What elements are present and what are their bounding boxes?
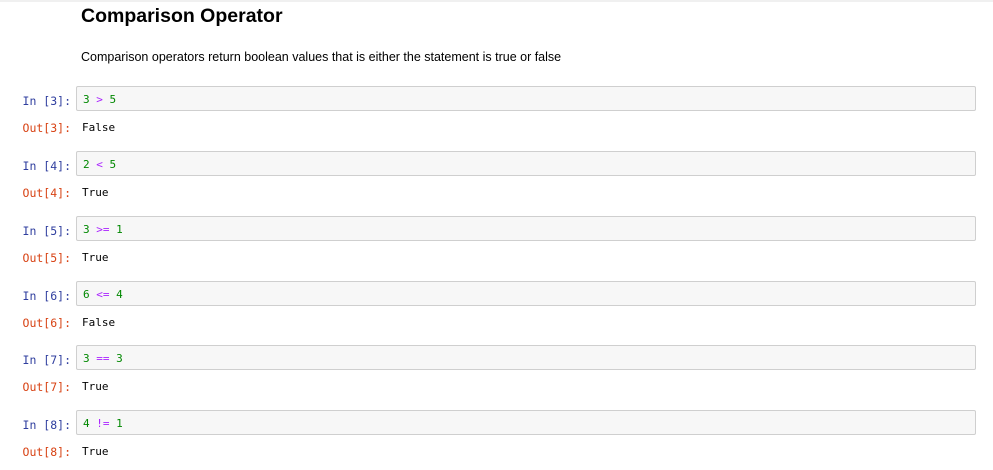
code-line: 2 < 5 [83, 158, 116, 171]
code-input-area[interactable]: 4 != 1 [76, 410, 976, 435]
input-prompt: In [4]: [22, 159, 71, 173]
code-operator: <= [96, 288, 110, 301]
code-number: 3 [83, 352, 90, 365]
input-prompt: In [5]: [22, 224, 71, 238]
input-prompt: In [8]: [22, 418, 71, 432]
code-input-area[interactable]: 3 == 3 [76, 345, 976, 370]
output-value: False [82, 316, 116, 329]
code-line: 3 == 3 [83, 352, 123, 365]
code-input-area[interactable]: 2 < 5 [76, 151, 976, 176]
code-number: 4 [116, 288, 123, 301]
output-value: True [82, 445, 109, 458]
section-description: Comparison operators return boolean valu… [81, 50, 562, 64]
input-prompt: In [6]: [22, 289, 71, 303]
output-prompt: Out[3]: [22, 121, 71, 135]
output-value: True [82, 186, 109, 199]
code-number: 1 [116, 223, 123, 236]
code-cell[interactable]: In [6]: 6 <= 4 Out[6]: False [0, 281, 993, 341]
output-value: True [82, 251, 109, 264]
code-number: 3 [83, 93, 90, 106]
code-line: 6 <= 4 [83, 288, 123, 301]
output-prompt: Out[4]: [22, 186, 71, 200]
output-prompt: Out[7]: [22, 380, 71, 394]
code-number: 5 [109, 93, 117, 106]
code-line: 3 >= 1 [83, 223, 123, 236]
code-number: 3 [83, 223, 90, 236]
code-input-area[interactable]: 6 <= 4 [76, 281, 976, 306]
code-input-area[interactable]: 3 >= 1 [76, 216, 976, 241]
code-cell[interactable]: In [4]: 2 < 5 Out[4]: True [0, 151, 993, 211]
code-number: 3 [116, 352, 123, 365]
code-operator: < [96, 158, 103, 171]
input-prompt: In [7]: [22, 353, 71, 367]
code-cell[interactable]: In [8]: 4 != 1 Out[8]: True [0, 410, 993, 470]
code-number: 1 [116, 417, 123, 430]
code-operator: > [96, 93, 103, 106]
output-value: True [82, 380, 109, 393]
output-prompt: Out[5]: [22, 251, 71, 265]
code-line: 3 > 5 [83, 93, 116, 106]
code-number: 4 [83, 417, 90, 430]
code-number: 6 [83, 288, 90, 301]
output-value: False [82, 121, 116, 134]
code-cell[interactable]: In [3]: 3 > 5 Out[3]: False [0, 86, 993, 146]
output-prompt: Out[8]: [22, 445, 71, 459]
code-number: 2 [83, 158, 90, 171]
code-cell[interactable]: In [7]: 3 == 3 Out[7]: True [0, 345, 993, 405]
output-prompt: Out[6]: [22, 316, 71, 330]
code-number: 5 [109, 158, 117, 171]
code-input-area[interactable]: 3 > 5 [76, 86, 976, 111]
code-operator: == [96, 352, 110, 365]
code-operator: != [96, 417, 110, 430]
code-operator: >= [96, 223, 110, 236]
input-prompt: In [3]: [22, 94, 71, 108]
section-heading: Comparison Operator [81, 5, 283, 27]
code-cell[interactable]: In [5]: 3 >= 1 Out[5]: True [0, 216, 993, 276]
code-line: 4 != 1 [83, 417, 123, 430]
top-divider [0, 0, 993, 2]
